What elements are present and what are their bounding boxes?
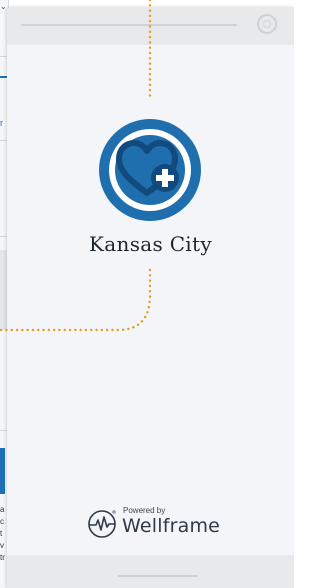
speaker-grille [21,24,237,26]
wellframe-pulse-icon [88,510,116,538]
phone-bottom-bezel [7,555,294,588]
powered-by-badge: Powered by Wellframe [7,499,294,539]
camera-icon [257,14,277,34]
powered-by-label: Powered by [123,506,166,515]
vendor-wordmark: Wellframe [122,515,221,537]
home-indicator [118,575,198,577]
primary-button[interactable] [0,448,5,494]
flow-canvas: ⌄ r a c t v tr Kansas City Powered by We… [0,0,294,588]
phone-top-bezel [7,7,294,45]
splash-screen: Kansas City Powered by Wellframe [7,45,294,555]
chevron-down-icon: ⌄ [0,2,7,11]
phone-frame: Kansas City Powered by Wellframe [7,7,294,588]
partial-label: r [0,118,3,128]
brand-name: Kansas City [89,232,212,256]
heart-plus-icon [99,119,201,221]
